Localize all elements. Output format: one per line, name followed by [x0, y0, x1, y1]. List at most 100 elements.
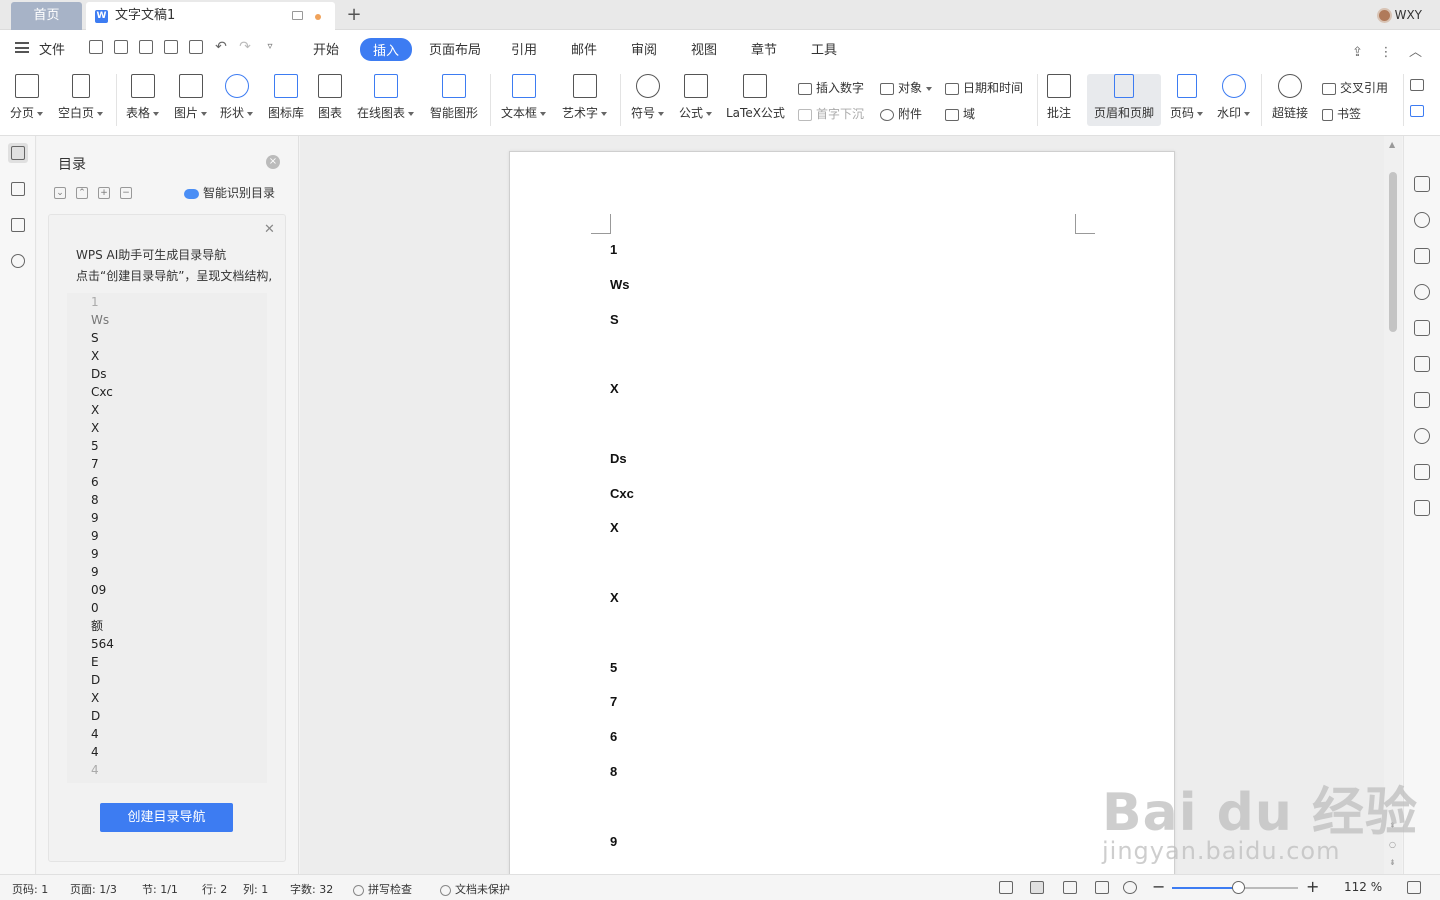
export-pdf-icon[interactable]: [139, 40, 153, 54]
collapse-all-icon[interactable]: −: [120, 187, 132, 199]
lock-icon[interactable]: [1414, 356, 1430, 372]
ribbon-more-bottom[interactable]: [1410, 103, 1428, 117]
bookmark-nav-icon[interactable]: [8, 215, 28, 235]
file-menu[interactable]: 文件: [39, 39, 65, 58]
outline-view-icon[interactable]: [1063, 881, 1077, 894]
menu-view[interactable]: 视图: [691, 39, 717, 58]
settings-sliders-icon[interactable]: [1414, 392, 1430, 408]
ribbon-more-top[interactable]: [1410, 77, 1428, 91]
vertical-scrollbar[interactable]: ▲ ⇞ ○ ⇟: [1384, 136, 1402, 874]
image-icon[interactable]: [1414, 500, 1430, 516]
select-cursor-icon[interactable]: [1414, 320, 1430, 336]
collapse-ribbon-icon[interactable]: ︿: [1409, 45, 1422, 60]
menu-insert[interactable]: 插入: [360, 38, 413, 61]
hamburger-menu-icon[interactable]: [15, 42, 29, 53]
smart-graphic-button[interactable]: 智能图形: [430, 74, 478, 121]
icon-library-button[interactable]: 图标库: [268, 74, 304, 121]
user-account[interactable]: WXY: [1376, 6, 1422, 24]
menu-start[interactable]: 开始: [313, 39, 339, 58]
document-protection-button[interactable]: 文档未保护: [440, 881, 510, 897]
zoom-slider[interactable]: [1172, 881, 1298, 894]
menu-tools[interactable]: 工具: [811, 39, 837, 58]
close-panel-icon[interactable]: ×: [266, 155, 280, 169]
edit-icon[interactable]: [1414, 176, 1430, 192]
next-page-icon[interactable]: ⇟: [1389, 858, 1396, 867]
zoom-in-icon[interactable]: +: [1306, 877, 1319, 896]
redo-icon[interactable]: ↷: [238, 40, 252, 54]
collapse-up-icon[interactable]: ⌃: [76, 187, 88, 199]
print-preview-icon[interactable]: [189, 40, 203, 54]
zoom-slider-knob[interactable]: [1231, 881, 1245, 894]
chart-button[interactable]: 图表: [318, 74, 342, 121]
expand-down-icon[interactable]: ⌄: [54, 187, 66, 199]
page-break-button[interactable]: 分页: [10, 74, 44, 121]
document-paragraph[interactable]: 6: [610, 729, 617, 744]
prev-page-icon[interactable]: ⇞: [1389, 821, 1396, 830]
picture-button[interactable]: 图片: [174, 74, 208, 121]
page-view-icon[interactable]: [1030, 881, 1044, 894]
document-paragraph[interactable]: Cxc: [610, 486, 634, 501]
document-paragraph[interactable]: X: [610, 590, 619, 605]
scroll-thumb[interactable]: [1389, 172, 1397, 332]
close-card-icon[interactable]: ✕: [264, 222, 275, 237]
table-button[interactable]: 表格: [126, 74, 160, 121]
tab-document[interactable]: W 文字文稿1: [86, 2, 335, 30]
document-paragraph[interactable]: X: [610, 520, 619, 535]
text-style-icon[interactable]: [1414, 248, 1430, 264]
screen-icon[interactable]: [292, 11, 303, 20]
symbol-button[interactable]: 符号: [631, 74, 665, 121]
hyperlink-button[interactable]: 超链接: [1272, 74, 1308, 121]
open-folder-icon[interactable]: [89, 40, 103, 54]
save-icon[interactable]: [114, 40, 128, 54]
toc-nav-icon[interactable]: [8, 143, 28, 163]
document-paragraph[interactable]: 9: [610, 834, 617, 849]
web-view-icon[interactable]: [1095, 881, 1109, 894]
latex-formula-button[interactable]: LaTeX公式: [726, 74, 785, 121]
header-footer-button[interactable]: 页眉和页脚: [1087, 74, 1162, 126]
bookmark-button[interactable]: 书签: [1322, 105, 1361, 122]
object-button[interactable]: 对象: [880, 79, 933, 96]
smart-toc-button[interactable]: 智能识别目录: [184, 184, 275, 201]
zoom-level[interactable]: 112 %: [1344, 880, 1382, 894]
fullscreen-icon[interactable]: [1407, 881, 1421, 894]
create-toc-button[interactable]: 创建目录导航: [100, 803, 233, 832]
status-word-count[interactable]: 字数: 32: [290, 881, 333, 897]
menu-page-layout[interactable]: 页面布局: [429, 39, 481, 58]
drop-cap-button[interactable]: 首字下沉: [798, 105, 864, 122]
document-page[interactable]: 1 Ws S X Ds Cxc X X 5 7 6 8 9: [509, 151, 1175, 874]
tab-home[interactable]: 首页: [11, 2, 82, 30]
undo-icon[interactable]: ↶: [214, 40, 228, 54]
menu-review[interactable]: 审阅: [631, 39, 657, 58]
document-paragraph[interactable]: 7: [610, 694, 617, 709]
document-paragraph[interactable]: Ds: [610, 451, 627, 466]
attachment-button[interactable]: 附件: [880, 105, 922, 122]
spell-check-button[interactable]: 拼写检查: [353, 881, 412, 897]
eye-protection-icon[interactable]: [1123, 881, 1137, 894]
more-icon[interactable]: ⋮: [1379, 45, 1392, 60]
field-button[interactable]: 域: [945, 105, 975, 122]
document-paragraph[interactable]: Ws: [610, 277, 630, 292]
document-paragraph[interactable]: S: [610, 312, 619, 327]
document-paragraph[interactable]: 1: [610, 242, 617, 257]
menu-section[interactable]: 章节: [751, 39, 777, 58]
expand-all-icon[interactable]: +: [98, 187, 110, 199]
select-browse-icon[interactable]: ○: [1389, 840, 1396, 849]
find-nav-icon[interactable]: [8, 251, 28, 271]
customize-quick-access-icon[interactable]: ▿: [263, 40, 277, 54]
page-number-button[interactable]: 页码: [1170, 74, 1204, 121]
zoom-out-icon[interactable]: −: [1152, 877, 1165, 896]
formula-button[interactable]: 公式: [679, 74, 713, 121]
image-text-icon[interactable]: [1414, 464, 1430, 480]
blank-page-button[interactable]: 空白页: [58, 74, 104, 121]
menu-references[interactable]: 引用: [511, 39, 537, 58]
date-time-button[interactable]: 日期和时间: [945, 79, 1023, 96]
wordart-button[interactable]: 艺术字: [562, 74, 608, 121]
cross-reference-button[interactable]: 交叉引用: [1322, 79, 1388, 96]
document-paragraph[interactable]: 8: [610, 764, 617, 779]
document-paragraph[interactable]: X: [610, 381, 619, 396]
history-icon[interactable]: [1414, 428, 1430, 444]
comment-button[interactable]: 批注: [1047, 74, 1071, 121]
new-tab-button[interactable]: +: [345, 3, 363, 27]
textbox-button[interactable]: 文本框: [501, 74, 547, 121]
print-icon[interactable]: [164, 40, 178, 54]
